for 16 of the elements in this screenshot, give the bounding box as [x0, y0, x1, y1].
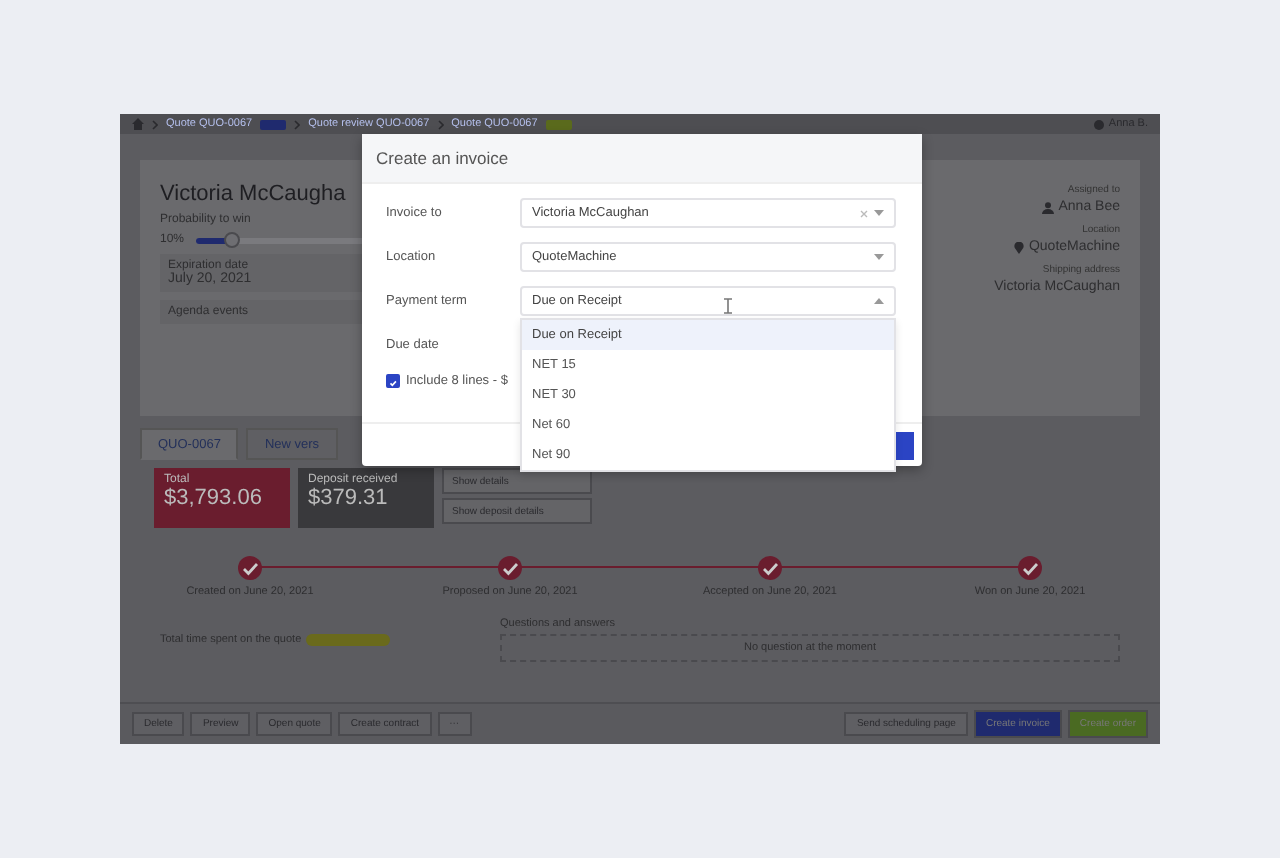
text-cursor-icon — [724, 298, 732, 314]
clear-icon[interactable] — [860, 209, 868, 217]
chevron-right-icon — [294, 119, 301, 129]
user-icon[interactable] — [1094, 119, 1105, 129]
pin-icon — [1014, 241, 1025, 253]
person-icon — [1042, 201, 1055, 213]
chevron-right-icon — [437, 119, 444, 129]
time-badge — [305, 634, 390, 646]
amount-value: $3,793.06 — [164, 486, 264, 510]
checkbox[interactable] — [386, 374, 400, 388]
customer-name: Victoria McCaugha — [160, 182, 346, 206]
amount-value: $379.31 — [308, 486, 390, 510]
confirm-button[interactable] — [896, 432, 914, 460]
home-icon[interactable] — [132, 118, 144, 130]
dialog-title: Create an invoice — [376, 148, 509, 168]
chevron-right-icon — [152, 119, 158, 129]
